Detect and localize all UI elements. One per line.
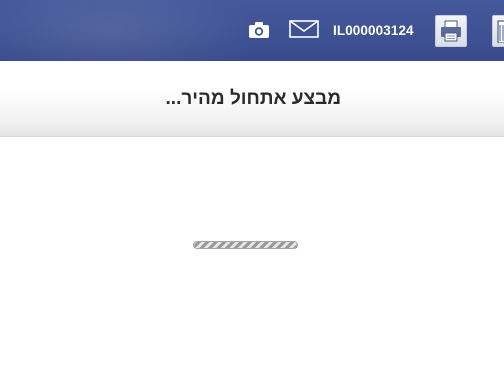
loading-progress-bar: [193, 241, 298, 249]
mail-icon[interactable]: [289, 20, 319, 38]
loading-message: מבצע אתחול מהיר...: [165, 88, 341, 109]
printer-icon: [441, 20, 461, 42]
progress-fill: [194, 242, 297, 248]
user-id-label: IL000003124: [333, 23, 414, 38]
camera-icon[interactable]: [248, 21, 270, 39]
calculator-icon: [497, 20, 504, 43]
print-button[interactable]: [435, 15, 467, 47]
loading-banner: מבצע אתחול מהיר...: [0, 61, 504, 137]
header-sheen: [0, 0, 260, 61]
top-bar: IL000003124: [0, 0, 504, 61]
calculator-button[interactable]: [492, 15, 504, 47]
